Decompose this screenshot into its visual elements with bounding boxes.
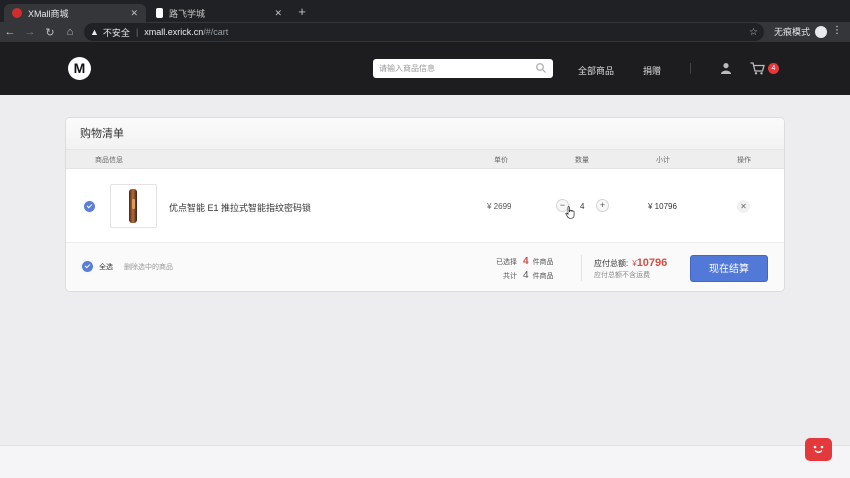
address-bar[interactable]: ▲ 不安全 | xmall.exrick.cn /#/cart ☆: [84, 23, 764, 41]
browser-menu-icon[interactable]: ⋮: [832, 25, 842, 36]
bookmark-star-icon[interactable]: ☆: [749, 27, 758, 38]
qty-value[interactable]: 4: [580, 202, 584, 211]
item-checkbox[interactable]: [84, 201, 95, 212]
cart-title: 购物清单: [66, 118, 784, 150]
col-info: 商品信息: [95, 157, 123, 164]
selected-summary: 已选择 4 件商品: [496, 256, 554, 267]
incognito-icon: [815, 25, 828, 38]
search-box: [373, 59, 553, 78]
delete-selected-link[interactable]: 删除选中的商品: [124, 262, 173, 272]
nav-divider: [690, 63, 691, 74]
cart-footer: 全选 删除选中的商品 已选择 4 件商品 共计 4 件商品 应付总额: ¥10796 应付…: [66, 243, 784, 291]
payable-value: 10796: [636, 257, 668, 269]
col-action: 操作: [737, 157, 751, 164]
chat-face-icon: [813, 445, 824, 453]
browser-tabstrip: XMall商城 ✕ 路飞学城 ✕ +: [0, 0, 850, 22]
cart-item-row: 优点智能 E1 推拉式智能指纹密码锁 ¥ 2699 − 4 + ¥ 10796 …: [66, 169, 784, 243]
search-input[interactable]: [379, 64, 529, 73]
total-suffix: 件商品: [532, 273, 554, 280]
warning-icon: ▲: [90, 27, 99, 37]
incognito-label: 无痕模式: [774, 27, 811, 37]
site-header: M 全部商品 捐赠 4: [0, 42, 850, 95]
url-path: /#/cart: [203, 27, 229, 37]
tab-xmall[interactable]: XMall商城 ✕: [4, 4, 146, 22]
selected-suffix: 件商品: [532, 259, 554, 266]
xmall-favicon-icon: [12, 8, 22, 18]
forward-icon[interactable]: →: [20, 26, 40, 38]
home-icon[interactable]: ⌂: [60, 26, 80, 38]
payable-total: 应付总额: ¥10796: [594, 257, 667, 269]
checkout-button[interactable]: 现在结算: [690, 255, 768, 282]
search-icon[interactable]: [535, 62, 547, 74]
close-tab-icon[interactable]: ✕: [130, 8, 138, 19]
address-separator: |: [135, 27, 139, 37]
close-tab-icon[interactable]: ✕: [274, 8, 282, 19]
col-qty: 数量: [575, 157, 589, 164]
selected-count: 4: [523, 256, 529, 267]
cart-panel: 购物清单 商品信息 单价 数量 小计 操作 优点智能 E1 推拉式智能指纹密码锁…: [65, 117, 785, 292]
unit-price: ¥ 2699: [487, 202, 512, 211]
incognito-indicator[interactable]: 无痕模式: [774, 25, 828, 38]
payable-note: 应付总额不含运费: [594, 272, 650, 279]
payable-label: 应付总额:: [594, 259, 629, 268]
nav-all-products[interactable]: 全部商品: [578, 64, 614, 77]
selected-prefix: 已选择: [496, 259, 517, 266]
summary-divider: [581, 255, 582, 281]
back-icon[interactable]: ←: [0, 26, 20, 38]
cart-count-badge: 4: [768, 63, 779, 74]
user-icon[interactable]: [720, 62, 732, 74]
item-subtotal: ¥ 10796: [648, 202, 677, 211]
nav-donate[interactable]: 捐赠: [643, 64, 661, 77]
select-all-checkbox[interactable]: [82, 261, 93, 272]
new-tab-button[interactable]: +: [294, 4, 310, 20]
smart-lock-handle: [132, 199, 135, 209]
select-all-label[interactable]: 全选: [99, 262, 113, 272]
cart-column-header: 商品信息 单价 数量 小计 操作: [66, 150, 784, 169]
product-name[interactable]: 优点智能 E1 推拉式智能指纹密码锁: [169, 201, 311, 214]
browser-toolbar: ← → ↻ ⌂ ▲ 不安全 | xmall.exrick.cn /#/cart …: [0, 22, 850, 42]
chat-support-button[interactable]: [805, 438, 832, 461]
cart-icon[interactable]: [750, 62, 765, 75]
url-host: xmall.exrick.cn: [144, 27, 204, 37]
product-thumbnail[interactable]: [110, 184, 157, 228]
security-label: 不安全: [102, 27, 130, 38]
total-prefix: 共计: [503, 273, 517, 280]
tab-title: 路飞学城: [169, 8, 206, 19]
col-price: 单价: [494, 157, 508, 164]
page-footer: [0, 445, 850, 478]
qty-increase-button[interactable]: +: [596, 199, 609, 212]
col-subtotal: 小计: [656, 157, 670, 164]
tab-title: XMall商城: [28, 8, 69, 19]
total-count: 4: [523, 270, 529, 281]
reload-icon[interactable]: ↻: [40, 26, 60, 39]
remove-item-button[interactable]: ✕: [737, 200, 750, 213]
hand-cursor-icon: [565, 206, 575, 219]
site-logo[interactable]: M: [68, 57, 91, 80]
total-summary: 共计 4 件商品: [503, 270, 554, 281]
tab-lufei[interactable]: 路飞学城 ✕: [148, 4, 290, 22]
lufei-favicon-icon: [156, 8, 163, 18]
